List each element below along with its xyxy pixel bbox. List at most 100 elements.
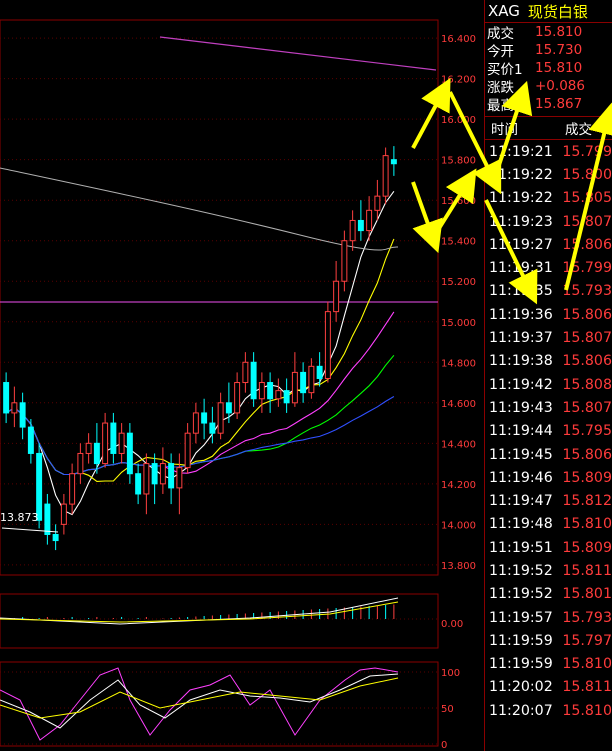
candle-body [85, 442, 92, 454]
candle-body [324, 311, 331, 379]
candle-body [258, 382, 265, 400]
candlestick-series [1, 146, 397, 551]
trade-row[interactable]: 11:19:44 15.795 [485, 420, 612, 443]
trades-header: 时间 成交 [485, 116, 612, 140]
trade-row[interactable]: 11:19:59 15.797 [485, 629, 612, 652]
price-tick: 13.800 [441, 561, 476, 572]
trade-row[interactable]: 11:20:02 15.811 [485, 676, 612, 699]
trade-row[interactable]: 11:19:52 15.801 [485, 583, 612, 606]
ma-long-gray [0, 167, 399, 251]
candle-body [184, 432, 191, 469]
trade-row[interactable]: 11:19:27 15.806 [485, 233, 612, 256]
trade-price: 15.807 [562, 213, 612, 230]
price-tick: 16.400 [441, 34, 476, 45]
trade-row[interactable]: 11:19:42 15.808 [485, 373, 612, 396]
price-tick: 16.200 [441, 75, 476, 86]
trade-row[interactable]: 11:19:46 15.809 [485, 466, 612, 489]
trade-row[interactable]: 11:19:37 15.807 [485, 326, 612, 349]
trade-price: 15.807 [562, 399, 612, 416]
candle-body [357, 219, 364, 232]
price-tick: 15.000 [441, 318, 476, 329]
candle-body [118, 432, 125, 454]
main-frame [0, 19, 439, 576]
quote-value: +0.086 [535, 78, 585, 94]
trade-price: 15.810 [562, 516, 612, 533]
trade-row[interactable]: 11:19:57 15.793 [485, 606, 612, 629]
trade-row[interactable]: 11:19:59 15.810 [485, 653, 612, 676]
trade-row[interactable]: 11:19:43 15.807 [485, 396, 612, 419]
price-tick: 14.000 [441, 520, 476, 531]
trades-list[interactable]: 11:19:21 15.799 11:19:22 15.800 11:19:22 15.8… [485, 140, 612, 722]
trade-row[interactable]: 11:19:52 15.811 [485, 559, 612, 582]
trade-row[interactable]: 11:19:21 15.799 [485, 140, 612, 163]
trade-price: 15.806 [562, 236, 612, 253]
trade-row[interactable]: 11:19:38 15.806 [485, 350, 612, 373]
candle-body [44, 503, 51, 535]
trade-row[interactable]: 11:20:07 15.810 [485, 699, 612, 722]
candle-body [151, 463, 158, 485]
quote-row: 成交 15.810 [485, 23, 612, 42]
trade-time: 11:19:52 [489, 586, 553, 603]
candle-body [3, 382, 10, 414]
candle-body [300, 371, 307, 394]
trade-row[interactable]: 11:19:23 15.807 [485, 210, 612, 233]
trade-time: 11:19:42 [489, 376, 553, 393]
volume-tick: 0.00 [441, 619, 463, 630]
trade-price: 15.810 [562, 702, 612, 719]
trade-row[interactable]: 11:19:45 15.806 [485, 443, 612, 466]
trade-time: 11:19:45 [489, 446, 553, 463]
trade-price: 15.799 [562, 143, 612, 160]
quote-value: 15.867 [535, 96, 583, 112]
candle-body [60, 503, 67, 525]
trade-price: 15.799 [562, 260, 612, 277]
trade-time: 11:20:02 [489, 679, 553, 696]
candle-body [176, 467, 183, 489]
trade-price: 15.795 [562, 423, 612, 440]
candle-body [201, 412, 208, 424]
trade-row[interactable]: 11:19:36 15.806 [485, 303, 612, 326]
trade-row[interactable]: 11:19:47 15.812 [485, 489, 612, 512]
trade-time: 11:19:43 [489, 399, 553, 416]
candle-body [110, 422, 117, 454]
trade-row[interactable]: 11:19:35 15.793 [485, 280, 612, 303]
candle-body [69, 473, 76, 505]
trade-row[interactable]: 11:19:31 15.799 [485, 256, 612, 279]
ma-line [5, 311, 395, 476]
trade-time: 11:19:35 [489, 283, 553, 300]
candle-body [19, 402, 26, 428]
candle-body [11, 402, 18, 414]
ma-line [5, 396, 395, 476]
candle-body [143, 463, 150, 495]
candle-body [390, 159, 397, 165]
price-tick: 15.600 [441, 196, 476, 207]
trade-row[interactable]: 11:19:22 15.805 [485, 187, 612, 210]
trade-row[interactable]: 11:19:51 15.809 [485, 536, 612, 559]
trade-time: 11:19:27 [489, 236, 553, 253]
trade-row[interactable]: 11:19:48 15.810 [485, 513, 612, 536]
trade-price: 15.809 [562, 469, 612, 486]
trade-price: 15.809 [562, 539, 612, 556]
quote-list: 成交 15.810 今开 15.730 买价1 15.810 涨跌 +0.086 最高 15.86… [485, 23, 612, 114]
trade-price: 15.810 [562, 656, 612, 673]
candle-body [333, 280, 340, 313]
price-tick: 16.000 [441, 115, 476, 126]
kline-chart[interactable]: 16.400 16.200 16.000 15.800 15.600 15.400 15.2… [0, 0, 484, 751]
price-tick: 15.400 [441, 237, 476, 248]
trade-price: 15.811 [562, 562, 612, 579]
trade-row[interactable]: 11:19:22 15.800 [485, 163, 612, 186]
quote-label: 成交 [487, 26, 514, 42]
trade-time: 11:19:47 [489, 493, 553, 510]
quote-row: 最高 15.867 [485, 95, 612, 114]
trade-time: 11:19:48 [489, 516, 553, 533]
candle-body [217, 402, 224, 434]
low-price-label: 13.873 [0, 511, 39, 524]
candle-body [135, 473, 142, 495]
candle-body [234, 382, 241, 414]
price-tick: 14.200 [441, 480, 476, 491]
trade-time: 11:19:59 [489, 632, 553, 649]
oscillator-panel: 100 50 0 [0, 661, 460, 751]
trade-time: 11:19:36 [489, 306, 553, 323]
price-axis: 16.400 16.200 16.000 15.800 15.600 15.400 15.2… [441, 34, 476, 572]
trades-price-header: 成交 [565, 122, 592, 138]
oscillator-line-magenta [0, 667, 399, 741]
